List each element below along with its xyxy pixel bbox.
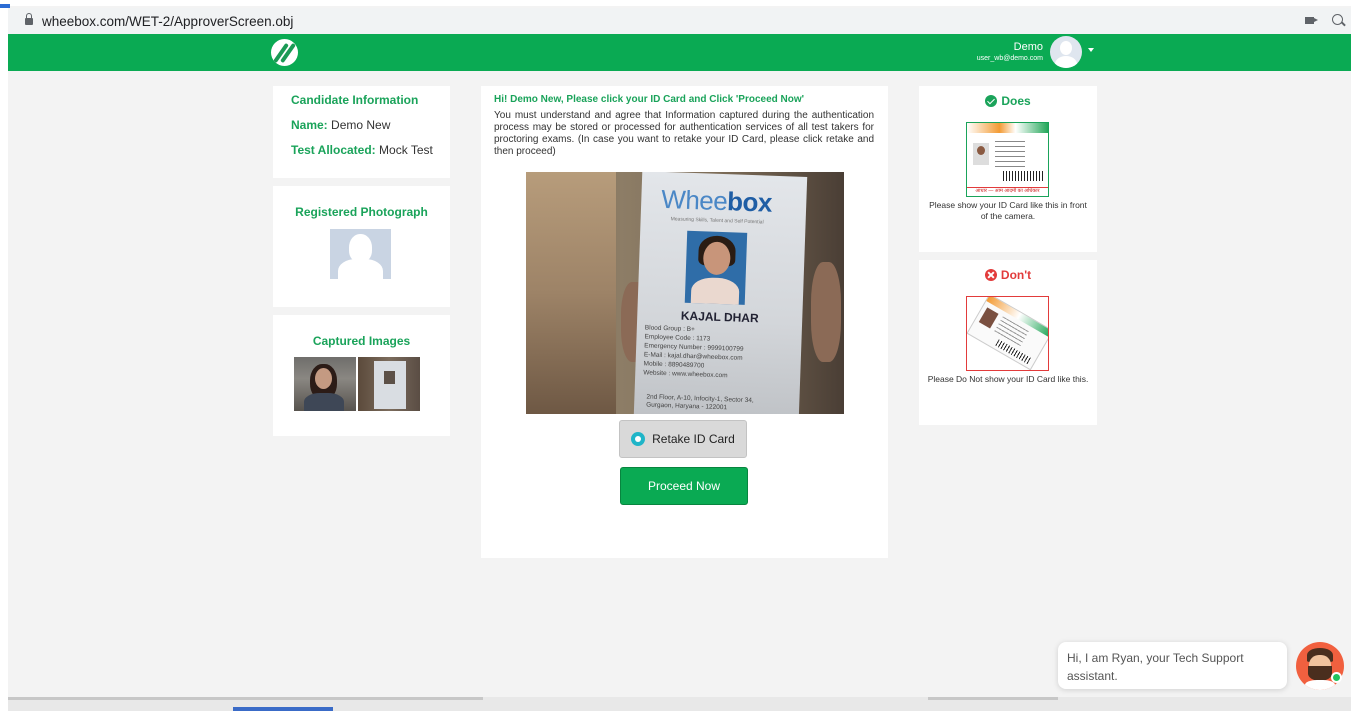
does-title: Does [1001, 94, 1031, 108]
does-caption: Please show your ID Card like this in fr… [929, 200, 1087, 221]
chat-bubble[interactable]: Hi, I am Ryan, your Tech Support assista… [1058, 642, 1287, 689]
test-allocated-row: Test Allocated: Mock Test [291, 143, 450, 157]
webcam-icon [631, 432, 646, 446]
id-card-details: Blood Group : B+ Employee Code : 1173 Em… [643, 324, 744, 380]
address-bar[interactable]: wheebox.com/WET-2/ApproverScreen.obj [8, 8, 1351, 34]
user-email: user_wb@demo.com [976, 55, 1043, 62]
lock-icon [25, 12, 33, 26]
camera-icon[interactable] [1305, 17, 1318, 24]
chevron-down-icon[interactable] [1088, 48, 1094, 52]
status-bar [8, 697, 1351, 711]
url-text[interactable]: wheebox.com/WET-2/ApproverScreen.obj [42, 14, 293, 29]
test-label: Test Allocated: [291, 143, 376, 157]
dont-heading: Don't [919, 268, 1097, 282]
does-example-card: Does आधार — आम आदमी का अधिकार Please sho… [919, 86, 1097, 252]
id-card-address: 2nd Floor, A-10, Infocity-1, Sector 34, … [646, 393, 754, 412]
candidate-info-card: Candidate Information Name: Demo New Tes… [273, 86, 450, 178]
proceed-now-button[interactable]: Proceed Now [620, 467, 748, 505]
capture-heading: Hi! Demo New, Please click your ID Card … [494, 94, 805, 105]
window-left-edge [0, 0, 8, 711]
user-name[interactable]: Demo [963, 41, 1043, 53]
app-header: Demo user_wb@demo.com [8, 34, 1351, 71]
candidate-info-title: Candidate Information [291, 93, 419, 107]
capture-instructions: You must understand and agree that Infor… [494, 110, 874, 157]
registered-photo-card: Registered Photograph [273, 186, 450, 307]
zoom-icon[interactable] [1332, 14, 1343, 25]
placeholder-avatar-icon [330, 229, 391, 279]
name-value: Demo New [331, 118, 391, 132]
id-capture-panel: Hi! Demo New, Please click your ID Card … [481, 86, 888, 558]
window-top-edge [0, 0, 1351, 6]
id-card-logo: Wheebox [660, 183, 773, 218]
wheebox-logo-icon[interactable] [271, 39, 298, 66]
captured-id-thumbnail[interactable] [358, 357, 420, 411]
captured-images-card: Captured Images [273, 315, 450, 436]
check-circle-icon [985, 95, 998, 107]
camera-preview: Wheebox Measuring Skills, Talent and Sel… [526, 172, 844, 414]
online-status-icon [1331, 672, 1342, 683]
captured-face-thumbnail[interactable] [294, 357, 356, 411]
retake-id-button[interactable]: Retake ID Card [619, 420, 747, 458]
x-circle-icon [984, 269, 997, 281]
name-label: Name: [291, 118, 328, 132]
candidate-name-row: Name: Demo New [291, 118, 450, 132]
dont-example-card: Don't Please Do Not show your ID Card li… [919, 260, 1097, 425]
captured-images-title: Captured Images [312, 334, 411, 348]
correct-id-example-image: आधार — आम आदमी का अधिकार [966, 122, 1049, 197]
incorrect-id-example-image [966, 296, 1049, 371]
user-avatar[interactable] [1050, 36, 1082, 68]
id-card-photo [684, 230, 748, 305]
test-value: Mock Test [379, 143, 433, 157]
retake-label: Retake ID Card [652, 432, 735, 446]
dont-title: Don't [1000, 268, 1032, 282]
dont-caption: Please Do Not show your ID Card like thi… [927, 374, 1089, 384]
id-card-in-frame: Wheebox Measuring Skills, Talent and Sel… [633, 172, 808, 414]
registered-photo-title: Registered Photograph [295, 205, 428, 219]
does-heading: Does [919, 94, 1097, 108]
id-example-footer: आधार — आम आदमी का अधिकार [967, 187, 1048, 196]
